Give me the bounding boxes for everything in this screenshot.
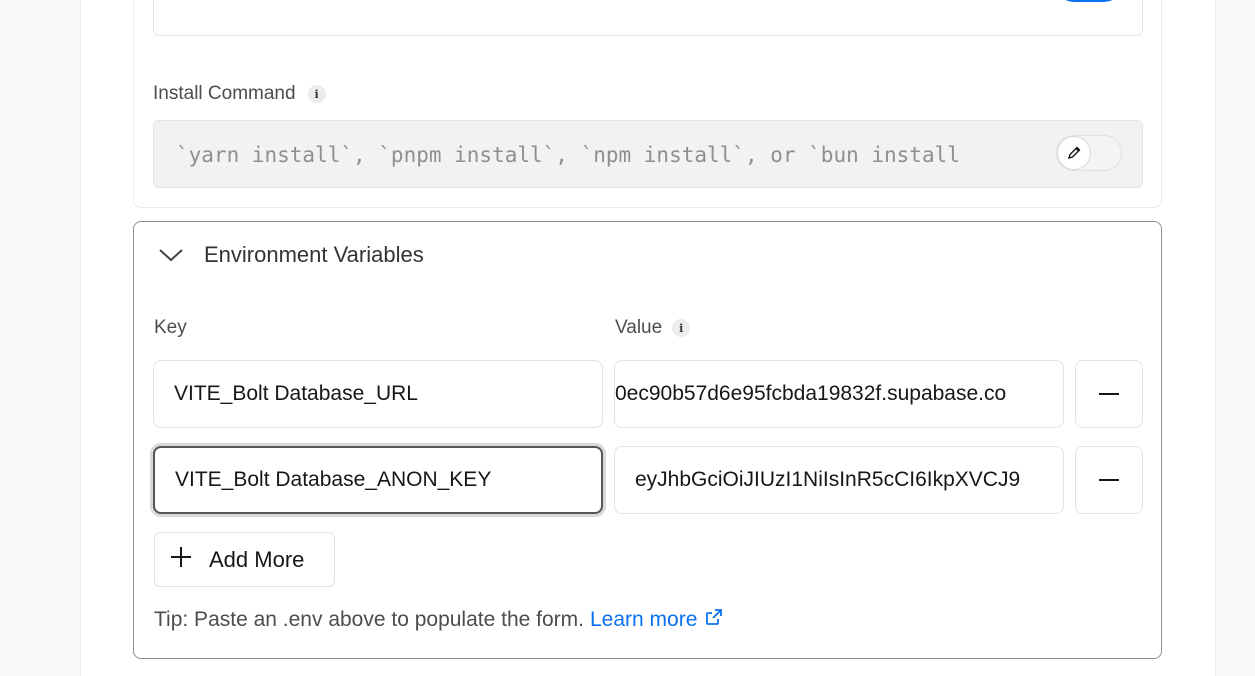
value-label-text: Value	[615, 317, 663, 338]
env-tip: Tip: Paste an .env above to populate the…	[154, 608, 723, 632]
pencil-icon	[1057, 136, 1091, 170]
key-label-text: Key	[154, 317, 187, 338]
environment-variables-panel: Environment Variables Key Value i VITE_B…	[133, 221, 1162, 659]
install-command-label-text: Install Command	[153, 83, 296, 104]
env-value-input[interactable]: 0ec90b57d6e95fcbda19832f.supabase.co	[614, 360, 1064, 428]
env-key-value: VITE_Bolt Database_ANON_KEY	[175, 468, 492, 491]
chevron-down-icon	[156, 240, 186, 270]
value-column-label: Value i	[615, 317, 691, 339]
remove-row-button[interactable]	[1075, 446, 1143, 514]
env-key-input[interactable]: VITE_Bolt Database_URL	[153, 360, 603, 428]
env-value-text: eyJhbGciOiJIUzI1NiIsInR5cCI6IkpXVCJ9	[635, 468, 1021, 491]
plus-icon	[169, 545, 193, 575]
info-icon[interactable]: i	[672, 319, 691, 337]
env-key-value: VITE_Bolt Database_URL	[174, 382, 418, 405]
environment-variables-toggle[interactable]: Environment Variables	[156, 240, 424, 270]
info-icon[interactable]: i	[307, 85, 326, 103]
env-key-input[interactable]: VITE_Bolt Database_ANON_KEY	[153, 446, 603, 514]
output-directory-override-toggle[interactable]	[1056, 0, 1122, 2]
add-more-button[interactable]: Add More	[154, 532, 335, 587]
install-command-field[interactable]: `yarn install`, `pnpm install`, `npm ins…	[153, 120, 1143, 188]
learn-more-link[interactable]: Learn more	[590, 608, 723, 632]
output-directory-field[interactable]: dist	[153, 0, 1143, 36]
external-link-icon	[705, 608, 723, 632]
add-more-label: Add More	[209, 546, 305, 572]
env-value-text: 0ec90b57d6e95fcbda19832f.supabase.co	[615, 382, 1007, 405]
install-command-placeholder: `yarn install`, `pnpm install`, `npm ins…	[176, 143, 960, 167]
minus-icon	[1099, 479, 1119, 481]
learn-more-label: Learn more	[590, 608, 698, 631]
minus-icon	[1099, 393, 1119, 395]
install-command-override-toggle[interactable]	[1056, 135, 1122, 171]
environment-variables-title: Environment Variables	[204, 242, 424, 267]
env-value-input[interactable]: eyJhbGciOiJIUzI1NiIsInR5cCI6IkpXVCJ9	[614, 446, 1064, 514]
tip-text: Tip: Paste an .env above to populate the…	[154, 608, 584, 631]
remove-row-button[interactable]	[1075, 360, 1143, 428]
key-column-label: Key	[154, 317, 187, 339]
install-command-label: Install Command i	[153, 83, 326, 105]
